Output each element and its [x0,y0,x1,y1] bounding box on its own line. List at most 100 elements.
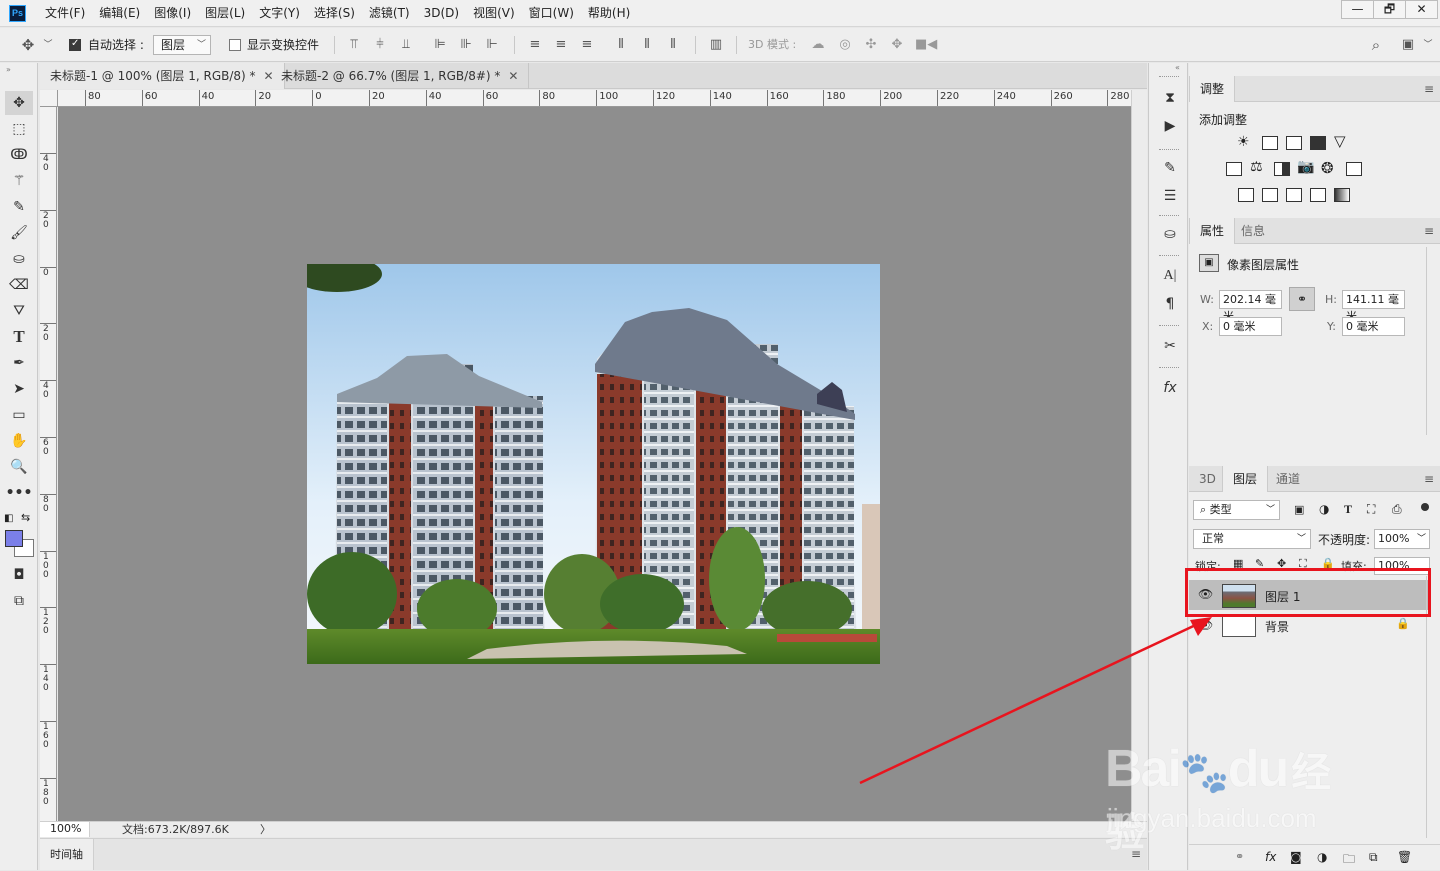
levels-icon[interactable] [1262,136,1278,150]
new-layer-icon[interactable]: ⧉ [1369,850,1378,865]
more-tools-icon[interactable]: ••• [5,481,33,505]
foreground-color-swatch[interactable] [5,530,23,547]
tab-properties[interactable]: 属性 [1189,218,1236,244]
eraser-tool-icon[interactable]: ⌫ [5,273,33,297]
menu-item-0[interactable]: 文件(F) [38,0,92,27]
type-tool-icon[interactable]: T [5,325,33,349]
posterize-icon[interactable] [1262,188,1278,202]
menu-item-5[interactable]: 选择(S) [307,0,362,27]
paint-bucket-tool-icon[interactable]: ⛛ [5,299,33,323]
character-icon[interactable]: A| [1159,265,1181,287]
menu-item-3[interactable]: 图层(L) [198,0,252,27]
paragraph-icon[interactable]: ¶ [1159,293,1181,315]
filter-shape-icon[interactable]: ⛶ [1367,502,1375,517]
black-white-icon[interactable] [1274,162,1290,176]
stamp-tool-icon[interactable]: ⛀ [5,247,33,271]
filter-pixel-icon[interactable]: ▣ [1294,503,1304,516]
collapse-arrows-icon[interactable]: » [6,65,11,74]
show-transform-checkbox[interactable] [229,39,241,51]
menu-item-10[interactable]: 帮助(H) [581,0,637,27]
delete-layer-icon[interactable]: 🗑 [1397,850,1412,864]
eyedropper-tool-icon[interactable]: ✎ [5,195,33,219]
tab-timeline[interactable]: 时间轴 [40,839,94,870]
selective-color-icon[interactable] [1310,188,1326,202]
channel-mixer-icon[interactable]: ❂ [1321,159,1334,177]
hand-tool-icon[interactable]: ✋ [5,429,33,453]
panel-menu-icon[interactable]: ≡ [1424,218,1434,244]
quick-mask-icon[interactable]: ◘ [5,563,33,587]
align-vcenter-icon[interactable]: ⫩ [372,37,388,53]
threshold-icon[interactable] [1286,188,1302,202]
opacity-field[interactable]: 100% ﹀ [1374,529,1430,549]
tab-info[interactable]: 信息 [1231,218,1275,244]
link-icon[interactable]: ⚭ [1289,287,1315,311]
menu-item-1[interactable]: 编辑(E) [92,0,147,27]
chevron-down-icon[interactable]: ﹀ [40,37,56,53]
color-lookup-icon[interactable] [1346,162,1362,176]
tab-document-1[interactable]: 未标题-1 @ 100% (图层 1, RGB/8) * ✕ [40,63,285,89]
workspace-icon[interactable]: ▣ [1400,37,1416,53]
3d-pan-icon[interactable]: ✣ [863,37,879,53]
layer-name[interactable]: 背景 [1265,618,1289,635]
zoom-tool-icon[interactable]: 🔍 [5,455,33,479]
building-photo[interactable] [307,264,880,664]
blend-mode-dropdown[interactable]: 正常 ﹀ [1193,529,1311,549]
3d-orbit-icon[interactable]: ☁ [810,37,826,53]
tab-layers[interactable]: 图层 [1222,466,1269,492]
path-select-tool-icon[interactable]: ➤ [5,377,33,401]
color-balance-icon[interactable]: ⚖ [1250,159,1263,175]
search-icon[interactable]: ⌕ [1368,37,1384,53]
zoom-level-field[interactable]: 100% [40,822,90,837]
menu-item-6[interactable]: 滤镜(T) [362,0,417,27]
brush-tool-icon[interactable]: 🖌 [5,221,33,245]
3d-roll-icon[interactable]: ◎ [837,37,853,53]
marquee-tool-icon[interactable]: ⬚ [5,117,33,141]
tool-presets-icon[interactable]: ✂ [1159,335,1181,357]
tab-document-2[interactable]: 未标题-2 @ 66.7% (图层 1, RGB/8#) * ✕ [271,63,530,89]
move-tool-preset-icon[interactable]: ✥ [20,37,36,53]
panel-menu-icon[interactable]: ≡ [1424,76,1434,102]
brush-settings-icon[interactable]: ✎ [1159,157,1181,179]
distribute-right-icon[interactable]: ⦀ [665,37,681,53]
clone-source-icon[interactable]: ⛀ [1159,223,1181,245]
distribute-left-icon[interactable]: ⦀ [613,37,629,53]
photo-filter-icon[interactable]: 📷 [1297,159,1314,175]
filter-type-icon[interactable]: T [1344,502,1352,517]
tab-adjustments[interactable]: 调整 [1189,76,1236,102]
y-field[interactable]: 0 毫米 [1342,317,1405,336]
menu-item-4[interactable]: 文字(Y) [252,0,307,27]
pen-tool-icon[interactable]: ✒ [5,351,33,375]
distribute-bottom-icon[interactable]: ≡ [579,37,595,53]
horizontal-ruler[interactable]: 80 60 40 20 0 20 40 60 80 100 120 140 160 180 200 220 24… [58,90,1131,107]
invert-icon[interactable] [1238,188,1254,202]
close-window-button[interactable]: ✕ [1405,0,1438,19]
layer-filter-dropdown[interactable]: ⌕ 类型 ﹀ [1193,500,1280,520]
chevron-down-icon[interactable]: ﹀ [1420,37,1436,53]
menu-item-8[interactable]: 视图(V) [466,0,522,27]
filter-smart-object-icon[interactable]: ⎙ [1392,502,1402,517]
brightness-icon[interactable]: ☀ [1237,134,1250,150]
brushes-icon[interactable]: ☰ [1159,185,1181,207]
tab-3d[interactable]: 3D [1189,466,1226,492]
magic-wand-tool-icon[interactable]: ⚚ [5,169,33,193]
menu-item-9[interactable]: 窗口(W) [522,0,581,27]
swap-colors-icon[interactable]: ⇆ [21,511,30,524]
distribute-hcenter-icon[interactable]: ⦀ [639,37,655,53]
distribute-vcenter-icon[interactable]: ≡ [553,37,569,53]
curves-icon[interactable] [1286,136,1302,150]
status-menu-arrow-icon[interactable]: 〉 [260,822,271,837]
rectangle-tool-icon[interactable]: ▭ [5,403,33,427]
lasso-tool-icon[interactable]: ↂ [5,143,33,167]
3d-scale-icon[interactable]: ■◀ [915,37,937,53]
screen-mode-icon[interactable]: ⧉ [5,589,33,613]
distribute-top-icon[interactable]: ≡ [527,37,543,53]
auto-select-checkbox[interactable] [69,38,81,51]
3d-slide-icon[interactable]: ✥ [889,37,905,53]
history-icon[interactable]: ⧗ [1159,87,1181,109]
restore-button[interactable]: 🗗 [1373,0,1406,19]
exposure-icon[interactable] [1310,136,1326,150]
height-field[interactable]: 141.11 毫米 [1342,290,1405,323]
expand-arrows-icon[interactable]: « [1175,63,1180,72]
align-hcenter-icon[interactable]: ⊪ [458,37,474,53]
x-field[interactable]: 0 毫米 [1219,317,1282,336]
